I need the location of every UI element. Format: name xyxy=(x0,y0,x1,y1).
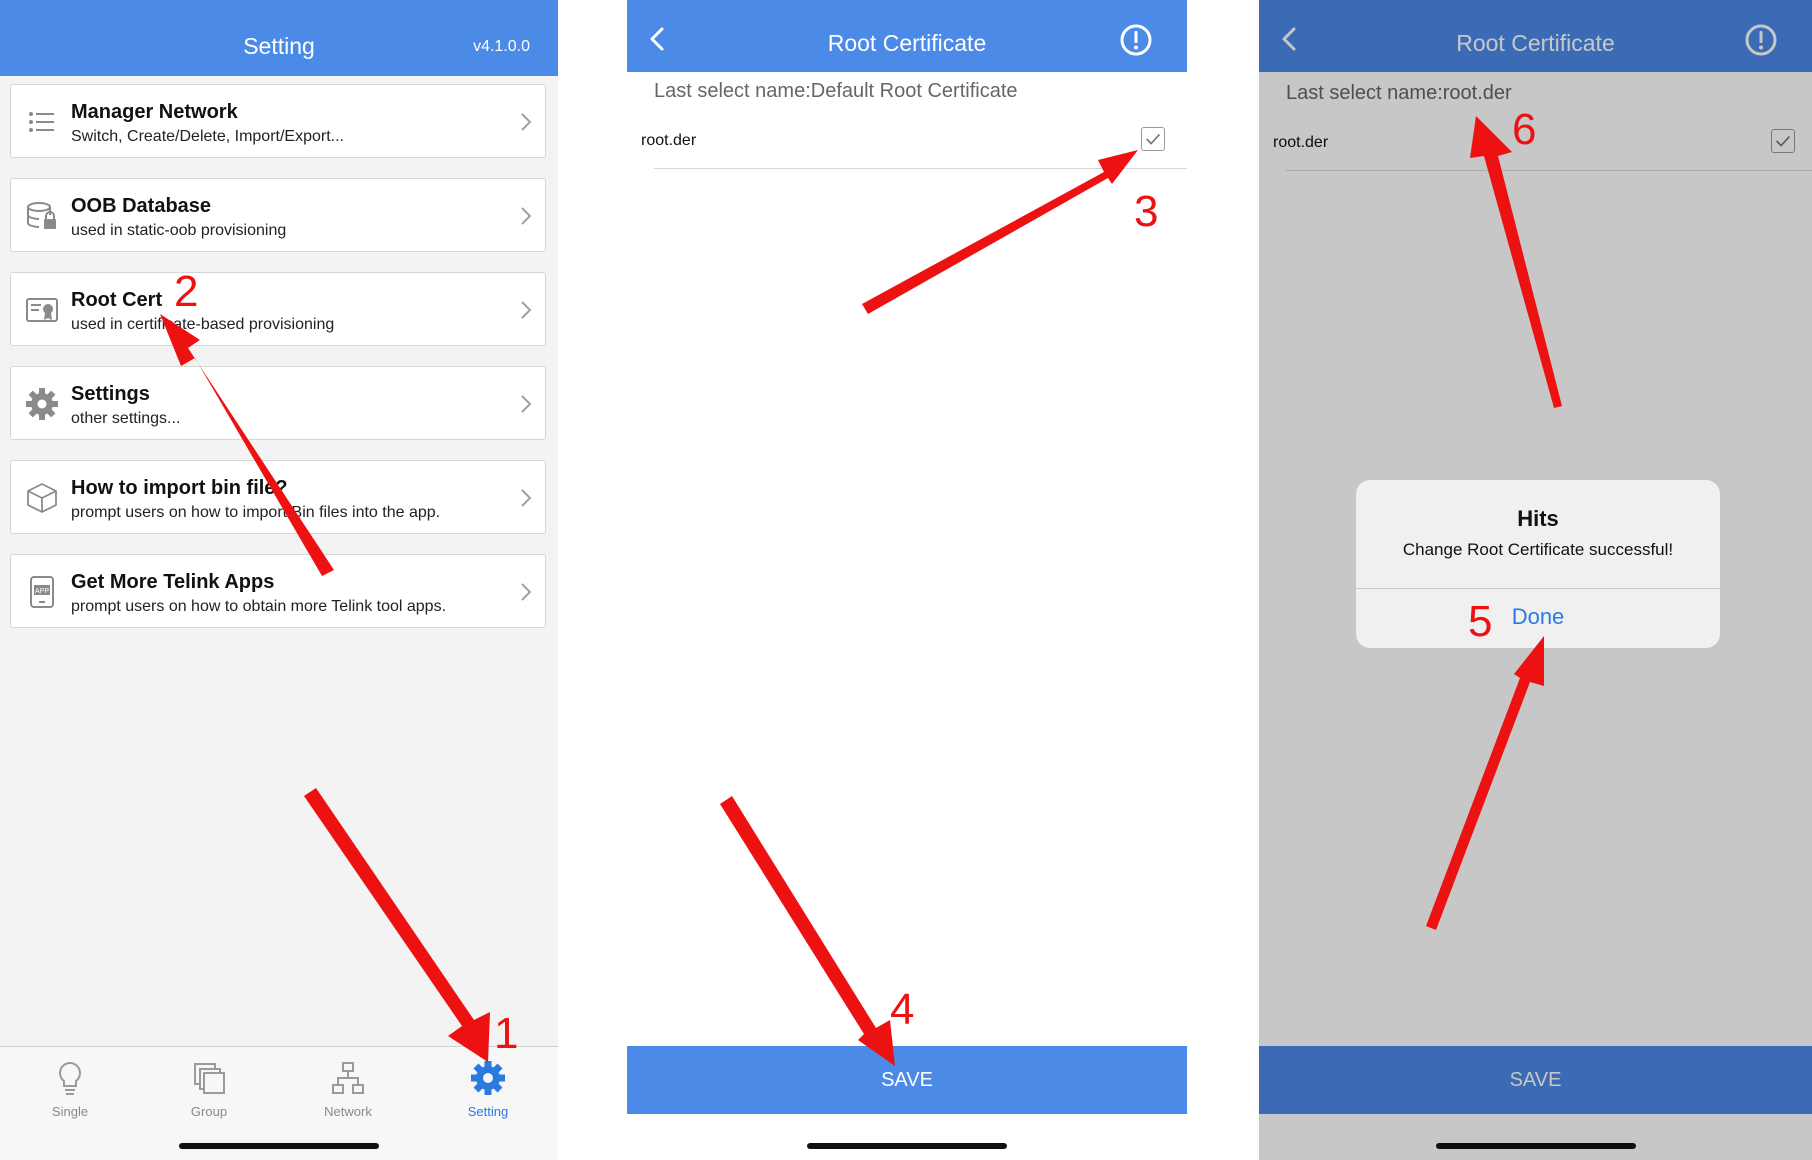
step-number-2: 2 xyxy=(174,267,199,316)
tab-label: Setting xyxy=(467,1104,509,1119)
item-title: OOB Database xyxy=(71,195,212,217)
step-number-6: 6 xyxy=(1512,105,1537,154)
tab-label: Network xyxy=(324,1104,372,1119)
tab-label: Group xyxy=(190,1104,228,1119)
home-indicator xyxy=(807,1143,1007,1149)
group-icon xyxy=(194,1063,225,1094)
step-number-1: 1 xyxy=(494,1009,519,1058)
gear-icon xyxy=(26,388,58,420)
item-subtitle: other settings... xyxy=(71,410,181,427)
home-indicator xyxy=(179,1143,379,1149)
setting-navbar: Setting v4.1.0.0 xyxy=(0,0,558,76)
done-button[interactable]: Done xyxy=(1356,604,1720,630)
tab-setting[interactable]: Setting xyxy=(428,1059,548,1119)
network-icon xyxy=(332,1062,364,1094)
chevron-right-icon xyxy=(521,583,532,601)
step-number-4: 4 xyxy=(890,985,915,1034)
alert-title: Hits xyxy=(1517,506,1559,531)
checkmark-icon xyxy=(1145,133,1161,145)
setting-screen: Setting v4.1.0.0 Manager Network Switch,… xyxy=(0,0,558,1160)
chevron-right-icon xyxy=(521,395,532,413)
item-subtitle: used in certificate-based provisioning xyxy=(71,316,335,333)
item-subtitle: used in static-oob provisioning xyxy=(71,222,287,239)
settings-item[interactable]: Settings other settings... xyxy=(10,366,546,440)
more-telink-apps-item[interactable]: APP Get More Telink Apps prompt users on… xyxy=(10,554,546,628)
item-subtitle: prompt users on how to import Bin files … xyxy=(71,504,441,521)
root-cert-result-screen: Root Certificate Last select name:root.d… xyxy=(1259,0,1812,1160)
import-bin-help-item[interactable]: How to import bin file? prompt users on … xyxy=(10,460,546,534)
tab-group[interactable]: Group xyxy=(149,1059,269,1119)
item-title: How to import bin file? xyxy=(71,477,288,499)
tab-label: Single xyxy=(51,1104,89,1119)
database-icon xyxy=(27,202,56,229)
root-cert-navbar: Root Certificate xyxy=(627,0,1187,72)
step-number-3: 3 xyxy=(1134,187,1159,236)
divider xyxy=(654,168,1187,169)
page-title: Root Certificate xyxy=(827,30,987,56)
alert-dialog: Hits Change Root Certificate successful!… xyxy=(1356,480,1720,648)
chevron-right-icon xyxy=(521,301,532,319)
cert-file-name: root.der xyxy=(641,132,697,149)
chevron-right-icon xyxy=(521,113,532,131)
info-icon[interactable] xyxy=(1119,23,1153,57)
item-title: Root Cert xyxy=(71,289,163,311)
alert-message: Change Root Certificate successful! xyxy=(1402,540,1674,559)
save-button[interactable]: SAVE xyxy=(627,1046,1187,1114)
item-subtitle: prompt users on how to obtain more Telin… xyxy=(71,598,447,615)
item-title: Manager Network xyxy=(71,101,238,123)
root-cert-item[interactable]: Root Cert used in certificate-based prov… xyxy=(10,272,546,346)
item-subtitle: Switch, Create/Delete, Import/Export... xyxy=(71,128,344,145)
list-icon xyxy=(29,112,54,132)
oob-database-item[interactable]: OOB Database used in static-oob provisio… xyxy=(10,178,546,252)
chevron-right-icon xyxy=(521,207,532,225)
box-icon xyxy=(27,483,57,513)
manager-network-item[interactable]: Manager Network Switch, Create/Delete, I… xyxy=(10,84,546,158)
app-phone-icon: APP xyxy=(30,576,54,608)
chevron-right-icon xyxy=(521,489,532,507)
tab-network[interactable]: Network xyxy=(288,1059,408,1119)
checkbox[interactable] xyxy=(1141,127,1165,151)
item-title: Get More Telink Apps xyxy=(71,571,275,593)
item-title: Settings xyxy=(71,383,150,405)
divider xyxy=(1356,588,1720,589)
version-label: v4.1.0.0 xyxy=(473,38,530,55)
lightbulb-icon xyxy=(59,1061,81,1095)
tab-single[interactable]: Single xyxy=(10,1059,130,1119)
certificate-icon xyxy=(26,298,58,322)
step-number-5: 5 xyxy=(1468,597,1493,646)
gear-icon xyxy=(471,1061,505,1095)
last-select-label: Last select name:Default Root Certificat… xyxy=(654,80,1018,102)
svg-text:APP: APP xyxy=(35,588,49,595)
